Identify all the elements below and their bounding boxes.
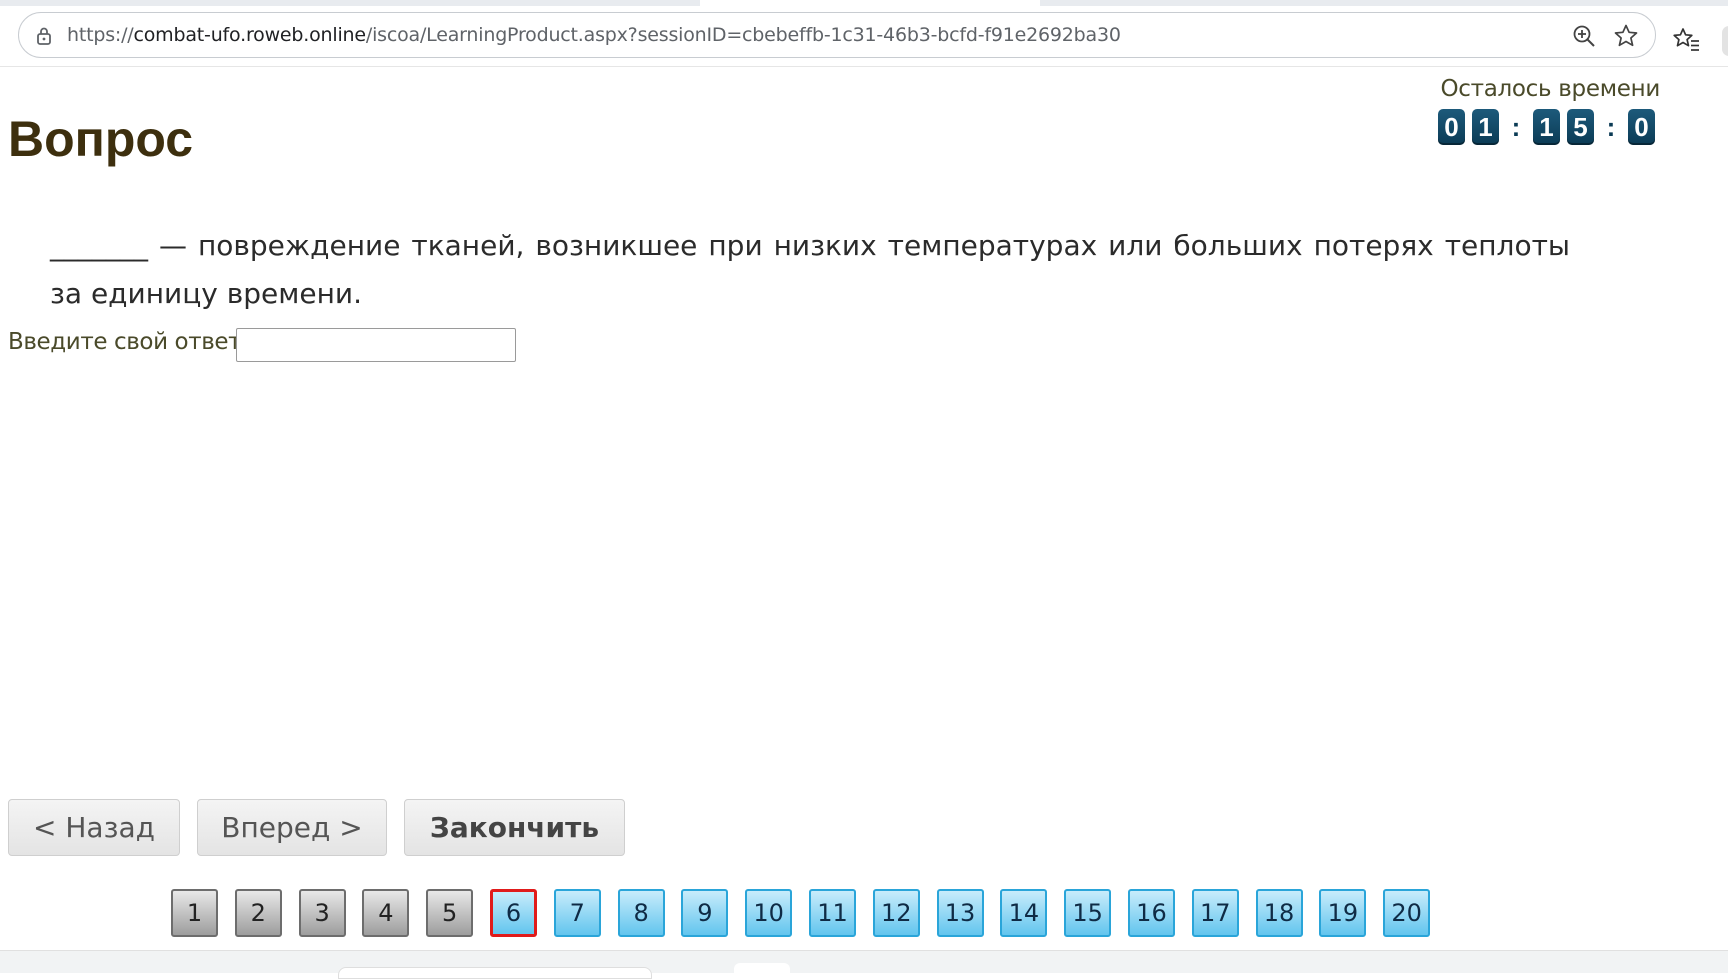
taskbar-item[interactable]	[734, 963, 790, 975]
url-path: /iscoa/LearningProduct.aspx?sessionID=cb…	[365, 24, 1121, 46]
next-button[interactable]: Вперед >	[197, 799, 387, 856]
timer-separator: :	[1606, 111, 1616, 142]
page-button-15[interactable]: 15	[1064, 889, 1112, 937]
page-button-10[interactable]: 10	[745, 889, 793, 937]
taskbar-edge	[0, 950, 1728, 979]
page-button-5[interactable]: 5	[426, 889, 474, 937]
zoom-icon[interactable]	[1571, 23, 1597, 49]
page-button-19[interactable]: 19	[1319, 889, 1367, 937]
taskbar-item[interactable]	[338, 967, 652, 979]
back-button[interactable]: < Назад	[8, 799, 180, 856]
question-pager: 1 2 3 4 5 6 7 8 9 10 11 12 13 14 15 16 1…	[171, 889, 1447, 937]
page-button-13[interactable]: 13	[936, 889, 984, 937]
question-text: _______ — повреждение тканей, возникшее …	[50, 229, 1570, 310]
page-button-2[interactable]: 2	[234, 889, 282, 937]
star-icon[interactable]	[1613, 23, 1639, 49]
timer-label: Осталось времени	[1440, 76, 1660, 102]
page-button-4[interactable]: 4	[362, 889, 410, 937]
timer-panel: Осталось времени	[1430, 76, 1660, 102]
page-button-6[interactable]: 6	[489, 889, 537, 937]
page-title: Вопрос	[8, 111, 194, 167]
page-button-14[interactable]: 14	[1000, 889, 1048, 937]
timer-digit: 1	[1533, 109, 1560, 145]
favorites-icon[interactable]	[1672, 26, 1700, 54]
page-button-7[interactable]: 7	[553, 889, 601, 937]
timer-digit: 0	[1438, 109, 1465, 145]
page-button-11[interactable]: 11	[808, 889, 856, 937]
timer-digit: 0	[1628, 109, 1655, 145]
page-button-16[interactable]: 16	[1127, 889, 1175, 937]
answer-input[interactable]	[236, 328, 516, 362]
page-button-20[interactable]: 20	[1383, 889, 1431, 937]
url-host: combat-ufo.roweb.online	[133, 24, 367, 46]
page-button-18[interactable]: 18	[1255, 889, 1303, 937]
address-bar[interactable]: https://combat-ufo.roweb.online/iscoa/Le…	[18, 12, 1656, 58]
url-text[interactable]: https://combat-ufo.roweb.online/iscoa/Le…	[67, 24, 1121, 46]
answer-label: Введите свой ответ	[8, 329, 242, 355]
page-button-9[interactable]: 9	[681, 889, 729, 937]
url-prefix: https://	[67, 24, 134, 46]
timer-digit: 1	[1472, 109, 1499, 145]
page-button-12[interactable]: 12	[872, 889, 920, 937]
finish-button[interactable]: Закончить	[404, 799, 625, 856]
browser-toolbar: https://combat-ufo.roweb.online/iscoa/Le…	[0, 6, 1728, 67]
timer-digit: 5	[1567, 109, 1594, 145]
page-button-8[interactable]: 8	[617, 889, 665, 937]
page-button-17[interactable]: 17	[1191, 889, 1239, 937]
timer-digits: 0 1 : 1 5 : 0	[1438, 109, 1662, 145]
page-button-3[interactable]: 3	[298, 889, 346, 937]
profile-button-edge[interactable]	[1722, 26, 1728, 56]
lock-icon[interactable]	[33, 25, 55, 47]
timer-separator: :	[1511, 111, 1521, 142]
page-button-1[interactable]: 1	[171, 889, 218, 937]
